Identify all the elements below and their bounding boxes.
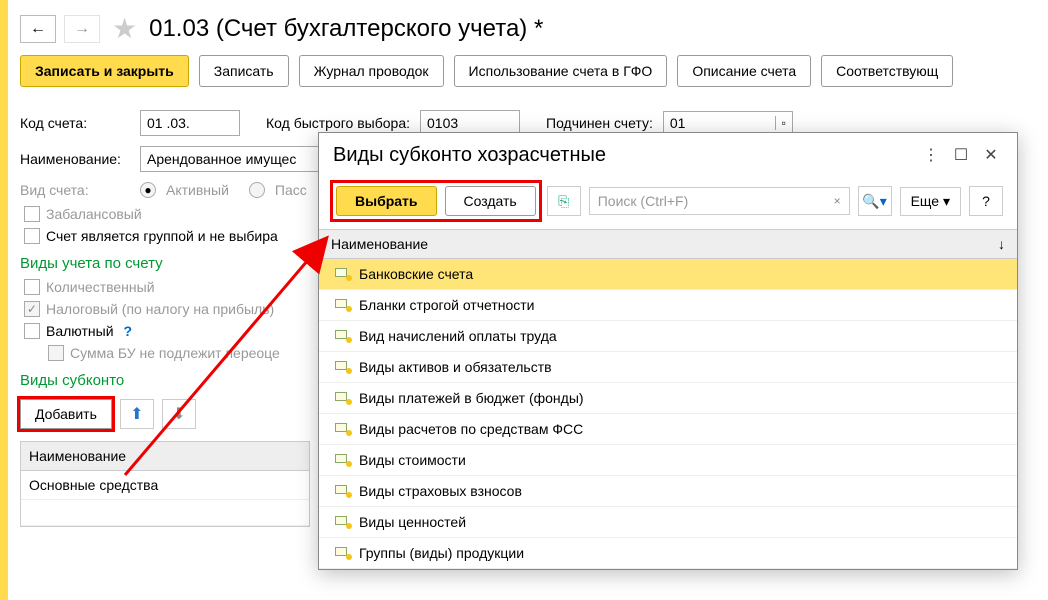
code-input[interactable] — [140, 110, 240, 136]
star-icon[interactable]: ★ — [112, 12, 137, 45]
currency-hint-icon[interactable]: ? — [124, 323, 133, 339]
subconto-table: Наименование Основные средства — [20, 441, 310, 527]
tax-label: Налоговый (по налогу на прибыль) — [46, 301, 274, 317]
search-options-icon[interactable]: 🔍▾ — [858, 186, 892, 216]
item-icon — [335, 485, 351, 497]
item-icon — [335, 516, 351, 528]
item-icon — [335, 330, 351, 342]
move-up-button[interactable]: ⬆ — [120, 399, 154, 429]
list-item[interactable]: Банковские счета — [319, 259, 1017, 290]
type-passive-label: Пасс — [275, 182, 307, 198]
type-active-label: Активный — [166, 182, 229, 198]
parent-value: 01 — [670, 115, 686, 131]
qty-label: Количественный — [46, 279, 155, 295]
parent-label: Подчинен счету: — [546, 115, 653, 131]
isgroup-checkbox[interactable] — [24, 228, 40, 244]
bu-sum-checkbox — [48, 345, 64, 361]
journal-button[interactable]: Журнал проводок — [299, 55, 444, 87]
list-header[interactable]: Наименование ↓ — [319, 229, 1017, 259]
item-icon — [335, 361, 351, 373]
list-item[interactable]: Виды ценностей — [319, 507, 1017, 538]
save-button[interactable]: Записать — [199, 55, 289, 87]
list-item[interactable]: Виды стоимости — [319, 445, 1017, 476]
titlebar: ← → ★ 01.03 (Счет бухгалтерского учета) … — [20, 0, 1028, 55]
page-title: 01.03 (Счет бухгалтерского учета) * — [149, 15, 543, 43]
copy-icon[interactable]: ⎘ — [547, 186, 581, 216]
list-header-label: Наименование — [331, 236, 998, 252]
dialog-title: Виды субконто хозрасчетные — [333, 144, 913, 167]
item-icon — [335, 547, 351, 559]
radio-active: ● — [140, 182, 156, 198]
list-item[interactable]: Бланки строгой отчетности — [319, 290, 1017, 321]
item-icon — [335, 268, 351, 280]
list-item[interactable]: Виды платежей в бюджет (фонды) — [319, 383, 1017, 414]
help-icon[interactable]: ? — [969, 186, 1003, 216]
currency-checkbox[interactable] — [24, 323, 40, 339]
forward-button[interactable]: → — [64, 15, 100, 43]
item-icon — [335, 299, 351, 311]
search-placeholder: Поиск (Ctrl+F) — [598, 193, 689, 209]
quick-code-label: Код быстрого выбора: — [266, 115, 410, 131]
list-item[interactable]: Виды страховых взносов — [319, 476, 1017, 507]
list-item[interactable]: Виды расчетов по средствам ФСС — [319, 414, 1017, 445]
offbalance-label: Забалансовый — [46, 206, 142, 222]
close-icon[interactable]: ✕ — [979, 143, 1003, 167]
subconto-table-header: Наименование — [21, 442, 309, 471]
item-icon — [335, 423, 351, 435]
list-body: Банковские счета Бланки строгой отчетнос… — [319, 259, 1017, 569]
list-item[interactable]: Вид начислений оплаты труда — [319, 321, 1017, 352]
clear-search-icon[interactable]: × — [834, 194, 841, 208]
bu-sum-label: Сумма БУ не подлежит переоце — [70, 345, 280, 361]
maximize-icon[interactable]: ☐ — [949, 143, 973, 167]
description-button[interactable]: Описание счета — [677, 55, 811, 87]
table-row[interactable]: Основные средства — [21, 471, 309, 500]
select-button[interactable]: Выбрать — [336, 186, 437, 216]
qty-checkbox[interactable] — [24, 279, 40, 295]
create-button[interactable]: Создать — [445, 186, 536, 216]
search-input[interactable]: Поиск (Ctrl+F) × — [589, 187, 850, 215]
move-down-button[interactable]: ⬇ — [162, 399, 196, 429]
add-subconto-button[interactable]: Добавить — [20, 399, 112, 429]
gfo-button[interactable]: Использование счета в ГФО — [454, 55, 668, 87]
list-item[interactable]: Виды активов и обязательств — [319, 352, 1017, 383]
more-button[interactable]: Еще ▾ — [900, 187, 961, 216]
save-close-button[interactable]: Записать и закрыть — [20, 55, 189, 87]
type-label: Вид счета: — [20, 182, 130, 198]
correspondence-button[interactable]: Соответствующ — [821, 55, 953, 87]
list-item[interactable]: Группы (виды) продукции — [319, 538, 1017, 569]
kebab-icon[interactable]: ⋮ — [919, 143, 943, 167]
item-icon — [335, 454, 351, 466]
item-icon — [335, 392, 351, 404]
sort-icon[interactable]: ↓ — [998, 236, 1005, 252]
name-input[interactable] — [140, 146, 330, 172]
isgroup-label: Счет является группой и не выбира — [46, 228, 278, 244]
tax-checkbox — [24, 301, 40, 317]
back-button[interactable]: ← — [20, 15, 56, 43]
parent-open-icon[interactable]: ▫ — [775, 116, 786, 130]
code-label: Код счета: — [20, 115, 130, 131]
main-toolbar: Записать и закрыть Записать Журнал прово… — [20, 55, 1028, 105]
name-label: Наименование: — [20, 151, 130, 167]
currency-label: Валютный — [46, 323, 114, 339]
table-row-empty — [21, 500, 309, 526]
radio-passive — [249, 182, 265, 198]
offbalance-checkbox[interactable] — [24, 206, 40, 222]
subconto-dialog: Виды субконто хозрасчетные ⋮ ☐ ✕ Выбрать… — [318, 132, 1018, 570]
